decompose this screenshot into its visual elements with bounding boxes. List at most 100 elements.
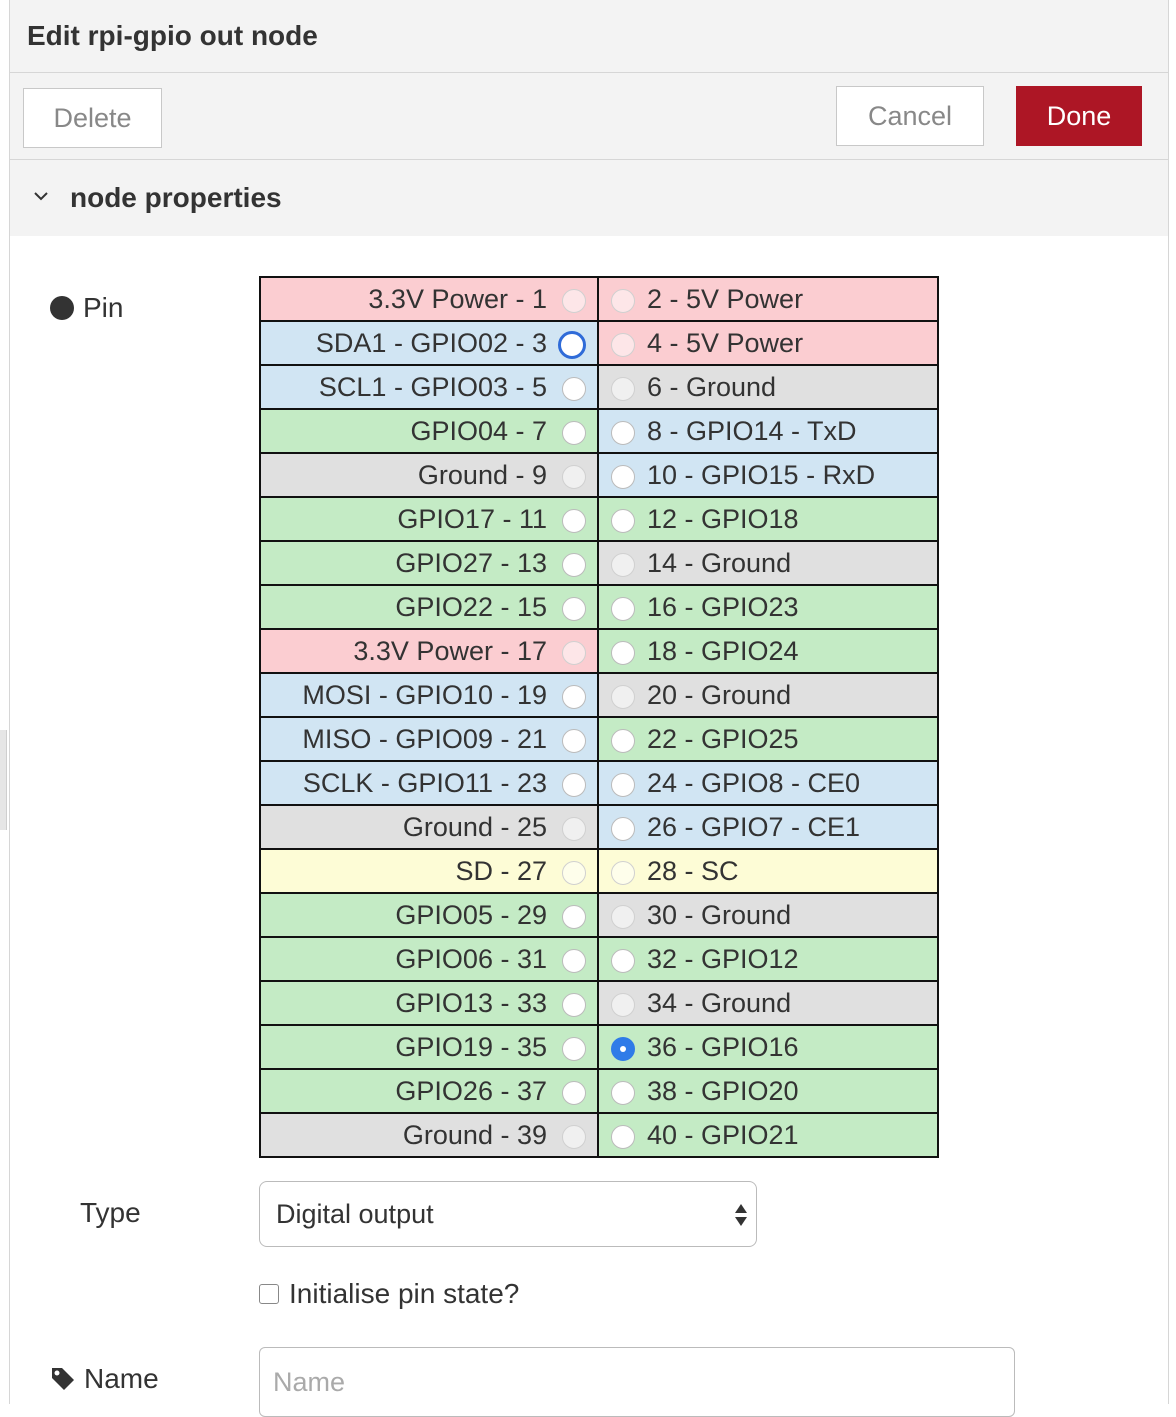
pin-radio[interactable] [611, 289, 635, 313]
pin-radio[interactable] [562, 289, 586, 313]
pin-radio[interactable] [558, 331, 586, 359]
pin-option-right[interactable]: 14 - Ground [599, 542, 937, 584]
pin-radio[interactable] [611, 949, 635, 973]
pin-radio[interactable] [562, 773, 586, 797]
pin-radio[interactable] [562, 685, 586, 709]
pin-option-left[interactable]: GPIO06 - 31 [261, 938, 599, 980]
pin-option-right[interactable]: 12 - GPIO18 [599, 498, 937, 540]
pin-option-right[interactable]: 2 - 5V Power [599, 278, 937, 320]
pin-radio[interactable] [611, 465, 635, 489]
pin-option-label: MOSI - GPIO10 - 19 [302, 679, 547, 710]
pin-radio[interactable] [611, 1037, 635, 1061]
pin-radio[interactable] [562, 949, 586, 973]
pin-option-left[interactable]: GPIO04 - 7 [261, 410, 599, 452]
pin-radio[interactable] [562, 1037, 586, 1061]
pin-radio[interactable] [611, 993, 635, 1017]
pin-radio[interactable] [611, 377, 635, 401]
pin-option-right[interactable]: 24 - GPIO8 - CE0 [599, 762, 937, 804]
pin-radio[interactable] [611, 641, 635, 665]
pin-option-right[interactable]: 36 - GPIO16 [599, 1026, 937, 1068]
pin-row: GPIO05 - 29 30 - Ground [261, 894, 937, 938]
pin-radio[interactable] [611, 333, 635, 357]
done-button[interactable]: Done [1016, 86, 1142, 146]
pin-option-left[interactable]: SCLK - GPIO11 - 23 [261, 762, 599, 804]
pin-option-right[interactable]: 28 - SC [599, 850, 937, 892]
pin-option-left[interactable]: MISO - GPIO09 - 21 [261, 718, 599, 760]
pin-option-left[interactable]: SCL1 - GPIO03 - 5 [261, 366, 599, 408]
pin-row: SCL1 - GPIO03 - 5 6 - Ground [261, 366, 937, 410]
pin-option-left[interactable]: 3.3V Power - 17 [261, 630, 599, 672]
pin-option-right[interactable]: 8 - GPIO14 - TxD [599, 410, 937, 452]
edit-tray: Edit rpi-gpio out node Delete Cancel Don… [9, 0, 1169, 1417]
pin-radio[interactable] [611, 685, 635, 709]
pin-option-label: 40 - GPIO21 [647, 1119, 799, 1150]
pin-radio[interactable] [562, 993, 586, 1017]
pin-radio[interactable] [562, 1125, 586, 1149]
pin-radio[interactable] [562, 861, 586, 885]
pin-radio[interactable] [562, 597, 586, 621]
pin-radio[interactable] [611, 817, 635, 841]
pin-option-right[interactable]: 16 - GPIO23 [599, 586, 937, 628]
pin-option-right[interactable]: 26 - GPIO7 - CE1 [599, 806, 937, 848]
tray-title: Edit rpi-gpio out node [27, 20, 318, 51]
pin-radio[interactable] [562, 377, 586, 401]
pin-option-left[interactable]: GPIO26 - 37 [261, 1070, 599, 1112]
pin-radio[interactable] [611, 509, 635, 533]
pin-option-left[interactable]: GPIO13 - 33 [261, 982, 599, 1024]
pin-radio[interactable] [611, 729, 635, 753]
pin-radio[interactable] [562, 729, 586, 753]
pin-option-left[interactable]: GPIO27 - 13 [261, 542, 599, 584]
pin-option-right[interactable]: 32 - GPIO12 [599, 938, 937, 980]
chevron-down-icon[interactable] [32, 187, 50, 205]
delete-button[interactable]: Delete [23, 88, 162, 148]
pin-option-left[interactable]: Ground - 39 [261, 1114, 599, 1156]
pin-option-left[interactable]: GPIO19 - 35 [261, 1026, 599, 1068]
pin-row: GPIO19 - 35 36 - GPIO16 [261, 1026, 937, 1070]
pin-option-right[interactable]: 6 - Ground [599, 366, 937, 408]
pin-radio[interactable] [562, 553, 586, 577]
pin-radio[interactable] [611, 421, 635, 445]
pin-radio[interactable] [562, 905, 586, 929]
pin-radio[interactable] [562, 817, 586, 841]
pin-option-label: 16 - GPIO23 [647, 591, 799, 622]
pin-radio[interactable] [611, 597, 635, 621]
pin-radio[interactable] [611, 905, 635, 929]
pin-option-right[interactable]: 40 - GPIO21 [599, 1114, 937, 1156]
pin-radio[interactable] [611, 553, 635, 577]
pin-radio[interactable] [611, 1081, 635, 1105]
pin-radio[interactable] [562, 641, 586, 665]
pin-option-right[interactable]: 18 - GPIO24 [599, 630, 937, 672]
pin-radio[interactable] [562, 421, 586, 445]
pin-option-left[interactable]: Ground - 9 [261, 454, 599, 496]
pin-option-left[interactable]: Ground - 25 [261, 806, 599, 848]
pin-option-label: 20 - Ground [647, 679, 792, 710]
pin-radio[interactable] [562, 1081, 586, 1105]
pin-option-right[interactable]: 4 - 5V Power [599, 322, 937, 364]
name-input[interactable] [259, 1347, 1015, 1417]
pin-radio[interactable] [562, 509, 586, 533]
pin-option-left[interactable]: 3.3V Power - 1 [261, 278, 599, 320]
type-select[interactable]: Digital output [259, 1181, 757, 1247]
pin-option-right[interactable]: 34 - Ground [599, 982, 937, 1024]
init-pin-checkbox[interactable] [259, 1284, 279, 1304]
pin-radio[interactable] [611, 861, 635, 885]
pin-option-left[interactable]: SD - 27 [261, 850, 599, 892]
pin-row: SCLK - GPIO11 - 23 24 - GPIO8 - CE0 [261, 762, 937, 806]
pin-option-right[interactable]: 10 - GPIO15 - RxD [599, 454, 937, 496]
sidebar-resize-handle[interactable] [0, 730, 7, 830]
pin-option-left[interactable]: GPIO05 - 29 [261, 894, 599, 936]
pin-radio[interactable] [562, 465, 586, 489]
pin-option-right[interactable]: 30 - Ground [599, 894, 937, 936]
node-properties-header[interactable]: node properties [10, 160, 1168, 236]
pin-option-left[interactable]: GPIO17 - 11 [261, 498, 599, 540]
pin-radio[interactable] [611, 773, 635, 797]
pin-option-left[interactable]: SDA1 - GPIO02 - 3 [261, 322, 599, 364]
pin-option-right[interactable]: 38 - GPIO20 [599, 1070, 937, 1112]
pin-option-right[interactable]: 20 - Ground [599, 674, 937, 716]
cancel-button[interactable]: Cancel [836, 86, 984, 146]
pin-option-right[interactable]: 22 - GPIO25 [599, 718, 937, 760]
pin-radio[interactable] [611, 1125, 635, 1149]
pin-option-label: GPIO13 - 33 [395, 987, 547, 1018]
pin-option-left[interactable]: MOSI - GPIO10 - 19 [261, 674, 599, 716]
pin-option-left[interactable]: GPIO22 - 15 [261, 586, 599, 628]
